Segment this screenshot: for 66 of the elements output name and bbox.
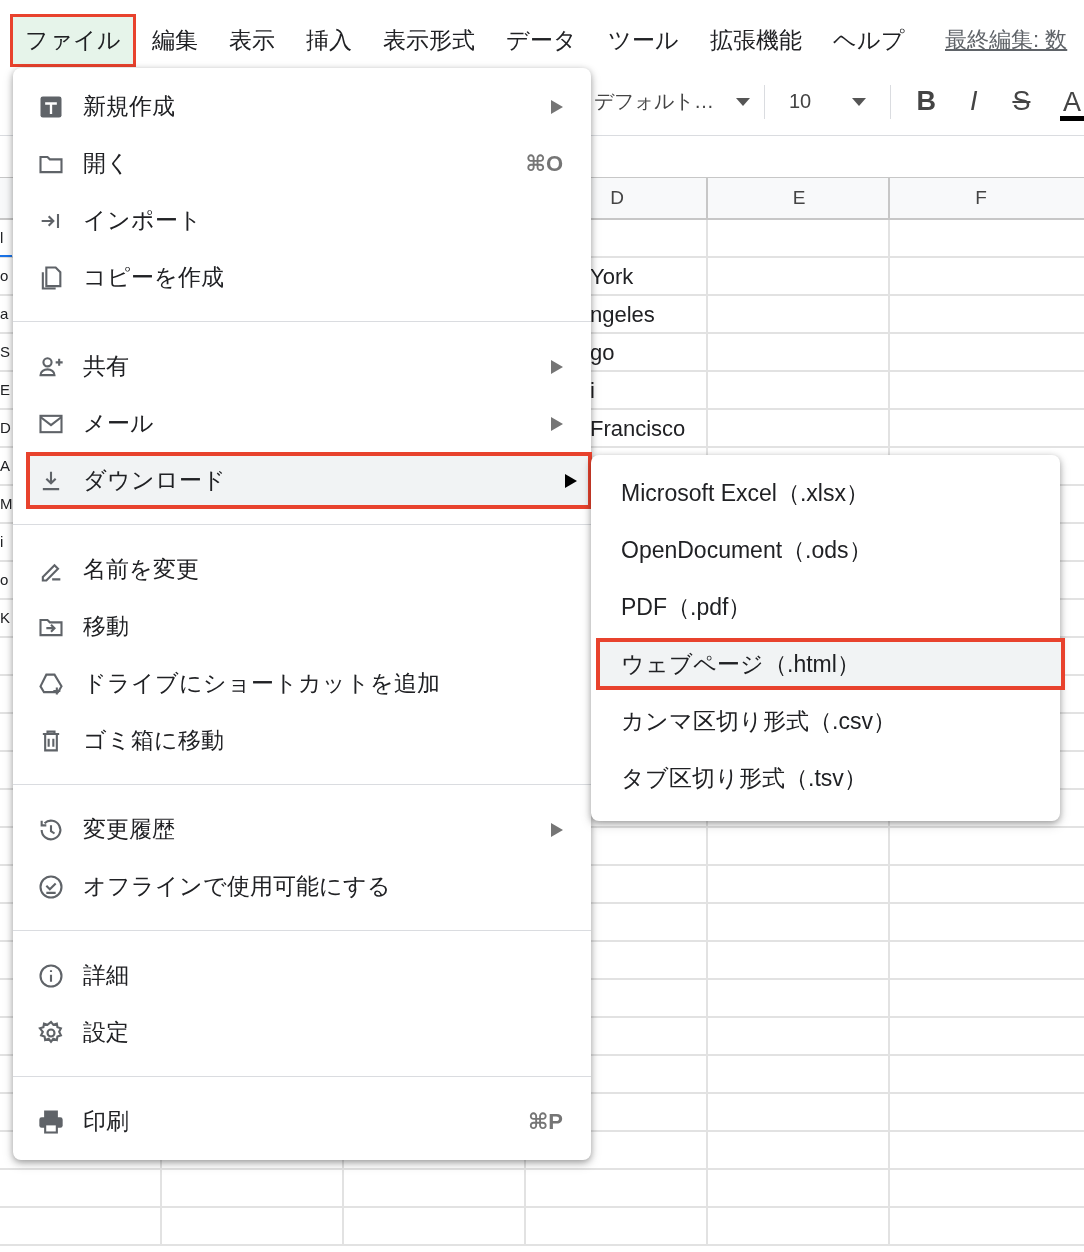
italic-button[interactable]: I <box>951 86 997 117</box>
cell-text: ngeles <box>590 302 655 328</box>
menu-item[interactable]: 変更履歴 <box>13 801 591 858</box>
menu-item[interactable]: ヘルプ <box>818 13 920 67</box>
menu-item[interactable]: 名前を変更 <box>13 541 591 598</box>
menu-item[interactable]: ツール <box>593 13 694 67</box>
cell-text: D <box>0 418 12 438</box>
submenu-arrow-icon <box>551 822 563 837</box>
cell-text: E <box>0 380 11 400</box>
menu-item[interactable]: ゴミ箱に移動 <box>13 712 591 769</box>
menu-item[interactable]: コピーを作成 <box>13 249 591 306</box>
menu-item[interactable]: ファイル <box>10 13 136 67</box>
menu-item[interactable]: 印刷 ⌘P <box>13 1093 591 1150</box>
menu-item[interactable]: ダウンロード <box>26 452 592 509</box>
cell-text: M <box>0 494 12 514</box>
menu-item[interactable]: 設定 <box>13 1004 591 1061</box>
info-icon <box>37 961 65 990</box>
menu-item[interactable]: 新規作成 <box>13 78 591 135</box>
strikethrough-button[interactable]: S <box>998 86 1045 117</box>
menu-item[interactable]: OpenDocument（.ods） <box>591 522 1060 579</box>
menu-item[interactable]: 表示形式 <box>368 13 490 67</box>
menu-item[interactable]: 挿入 <box>291 13 367 67</box>
menu-item[interactable]: PDF（.pdf） <box>591 579 1060 636</box>
cell-text: K <box>0 608 11 628</box>
cell-text: York <box>590 264 634 290</box>
submenu-arrow-icon <box>551 416 563 431</box>
cell-text: Francisco <box>590 416 686 442</box>
font-size-dropdown[interactable]: 10 <box>788 90 877 113</box>
cell-text: a <box>0 304 10 324</box>
text-color-button[interactable]: A <box>1060 82 1084 121</box>
menu-item[interactable]: インポート <box>13 192 591 249</box>
check-circle-icon <box>37 872 65 901</box>
menu-item[interactable]: 移動 <box>13 598 591 655</box>
column-header[interactable]: F <box>975 187 987 209</box>
font-dropdown[interactable]: デフォルト… <box>594 88 750 115</box>
submenu-arrow-icon <box>551 99 563 114</box>
menu-item[interactable]: カンマ区切り形式（.csv） <box>591 693 1060 750</box>
menu-item[interactable]: メール <box>13 395 591 452</box>
menu-item[interactable]: 詳細 <box>13 947 591 1004</box>
menu-item[interactable]: Microsoft Excel（.xlsx） <box>591 465 1060 522</box>
menu-item[interactable]: ウェブページ（.html） <box>596 638 1065 690</box>
column-header[interactable]: E <box>792 187 806 209</box>
menu-item[interactable]: 表示 <box>214 13 290 67</box>
cell-text: o <box>0 266 10 286</box>
cell-text: i <box>590 378 595 404</box>
submenu-arrow-icon <box>551 359 563 374</box>
bold-button[interactable]: B <box>903 86 949 117</box>
menu-item[interactable]: 共有 <box>13 338 591 395</box>
column-header[interactable]: D <box>610 187 624 209</box>
cell-text: go <box>590 340 615 366</box>
menu-item[interactable]: オフラインで使用可能にする <box>13 858 591 915</box>
caret-icon <box>736 97 750 106</box>
cell-text: i <box>0 532 5 552</box>
menu-item[interactable]: ドライブにショートカットを追加 <box>13 655 591 712</box>
cell-text: A <box>0 456 11 476</box>
menu-item[interactable]: タブ区切り形式（.tsv） <box>591 750 1060 807</box>
menu-item[interactable]: 拡張機能 <box>695 13 817 67</box>
menu-item[interactable]: 編集 <box>137 13 213 67</box>
menu-item[interactable]: 開く ⌘O <box>13 135 591 192</box>
last-edit-link[interactable]: 最終編集: 数 <box>945 25 1068 55</box>
cell-text: o <box>0 570 10 590</box>
menu-item[interactable]: データ <box>491 13 592 67</box>
printer-icon <box>37 1107 65 1136</box>
submenu-arrow-icon <box>565 473 577 488</box>
cell-text: S <box>0 342 11 362</box>
caret-icon <box>852 97 867 106</box>
